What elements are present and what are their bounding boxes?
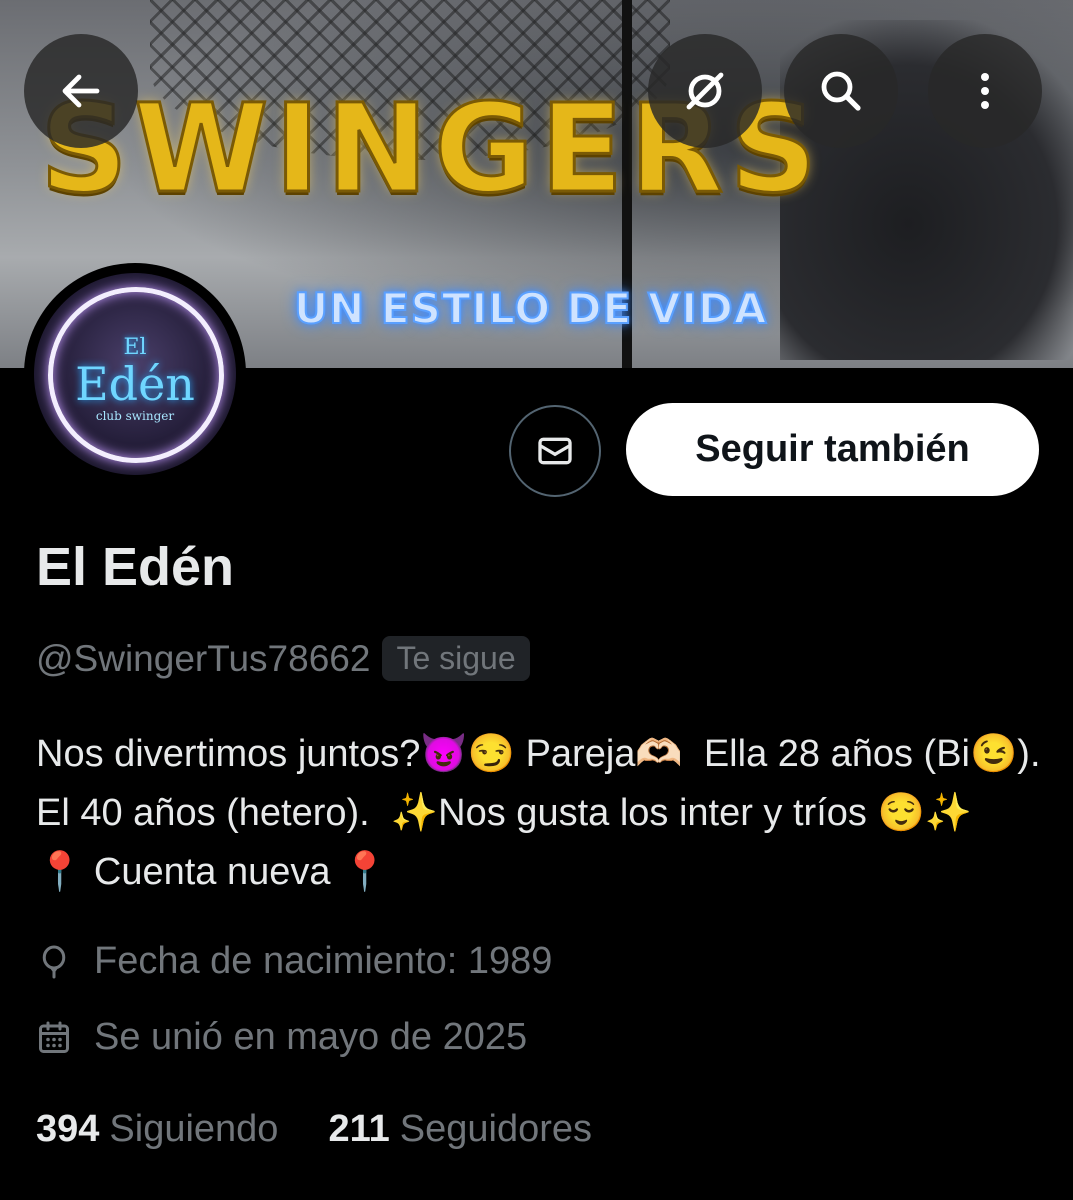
following-stat[interactable]: 394 Siguiendo bbox=[36, 1108, 278, 1151]
birth-date-row: Fecha de nacimiento: 1989 bbox=[36, 940, 552, 983]
followers-label: Seguidores bbox=[399, 1108, 593, 1150]
more-options-button[interactable] bbox=[928, 34, 1042, 148]
profile-handle: @SwingerTus78662 bbox=[36, 637, 371, 679]
arrow-left-icon bbox=[62, 74, 100, 108]
following-count: 394 bbox=[36, 1108, 100, 1150]
join-date-row: Se unió en mayo de 2025 bbox=[36, 1016, 527, 1059]
avatar[interactable]: El Edén club swinger bbox=[24, 263, 246, 485]
handle-row: @SwingerTus78662 Te sigue bbox=[36, 636, 530, 681]
avatar-logo: Edén bbox=[75, 357, 195, 411]
join-date-text: Se unió en mayo de 2025 bbox=[94, 1016, 528, 1058]
search-button[interactable] bbox=[784, 34, 898, 148]
mute-button[interactable] bbox=[648, 34, 762, 148]
back-button[interactable] bbox=[24, 34, 138, 148]
followers-stat[interactable]: 211 Seguidores bbox=[328, 1108, 592, 1151]
banner-title: SWINGERS bbox=[39, 78, 824, 220]
follows-you-badge: Te sigue bbox=[382, 636, 530, 681]
calendar-icon bbox=[39, 1021, 69, 1053]
balloon-icon bbox=[42, 945, 66, 978]
profile-name: El Edén bbox=[36, 537, 235, 597]
follow-back-button[interactable]: Seguir también bbox=[626, 403, 1039, 496]
banner-subtitle: UN ESTILO DE VIDA bbox=[293, 283, 768, 334]
avatar-logo-tag: club swinger bbox=[95, 409, 175, 423]
birth-date-text: Fecha de nacimiento: 1989 bbox=[94, 940, 553, 982]
followers-count: 211 bbox=[328, 1108, 390, 1150]
envelope-icon bbox=[538, 437, 572, 465]
search-icon bbox=[821, 71, 861, 111]
avatar-image: El Edén club swinger bbox=[34, 273, 236, 475]
muted-circle-icon bbox=[686, 72, 724, 110]
profile-bio: Nos divertimos juntos?😈😏 Pareja🫶🏻 Ella 2… bbox=[36, 733, 1068, 893]
following-label: Siguiendo bbox=[109, 1108, 279, 1150]
follow-stats: 394 Siguiendo 211 Seguidores bbox=[36, 1108, 642, 1151]
more-vertical-icon bbox=[981, 73, 989, 109]
message-button[interactable] bbox=[509, 405, 601, 497]
